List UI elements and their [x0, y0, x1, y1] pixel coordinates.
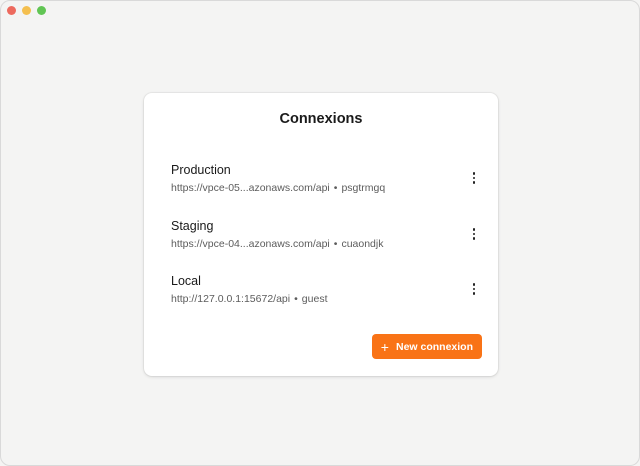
more-options-icon[interactable] [464, 224, 484, 244]
connection-item-local[interactable]: Local http://127.0.0.1:15672/api • guest [171, 274, 476, 314]
connection-detail: http://127.0.0.1:15672/api • guest [171, 293, 327, 305]
detail-separator: • [333, 238, 338, 250]
close-window-button[interactable] [7, 6, 16, 15]
detail-separator: • [294, 293, 298, 305]
connection-url: http://127.0.0.1:15672/api [171, 293, 291, 305]
app-window: Connexions Production https://vpce-05...… [0, 0, 640, 466]
more-options-icon[interactable] [464, 168, 484, 188]
card-title: Connexions [279, 111, 363, 127]
connection-name: Local [171, 274, 201, 288]
connection-user: guest [301, 293, 328, 305]
connection-url: https://vpce-05...azonaws.com/api [171, 182, 330, 194]
detail-separator: • [333, 182, 338, 194]
new-connexion-button[interactable]: + New connexion [371, 334, 482, 359]
maximize-window-button[interactable] [37, 6, 46, 15]
connection-name: Production [171, 163, 231, 177]
connection-user: cuaondjk [341, 238, 384, 250]
new-connexion-label: New connexion [395, 340, 473, 353]
connection-item-staging[interactable]: Staging https://vpce-04...azonaws.com/ap… [171, 219, 476, 259]
plus-icon: + [380, 338, 389, 355]
connection-url: https://vpce-04...azonaws.com/api [171, 238, 330, 250]
more-options-icon[interactable] [464, 279, 484, 299]
minimize-window-button[interactable] [22, 6, 31, 15]
connection-detail: https://vpce-05...azonaws.com/api • psgtrm… [171, 182, 385, 194]
window-controls [7, 6, 46, 15]
connections-card: Connexions Production https://vpce-05...… [144, 93, 498, 376]
connection-detail: https://vpce-04...azonaws.com/api • cuaond… [171, 238, 383, 250]
connection-name: Staging [171, 219, 214, 233]
connection-item-production[interactable]: Production https://vpce-05...azonaws.com… [171, 163, 476, 203]
connection-user: psgtrmgq [341, 182, 386, 194]
